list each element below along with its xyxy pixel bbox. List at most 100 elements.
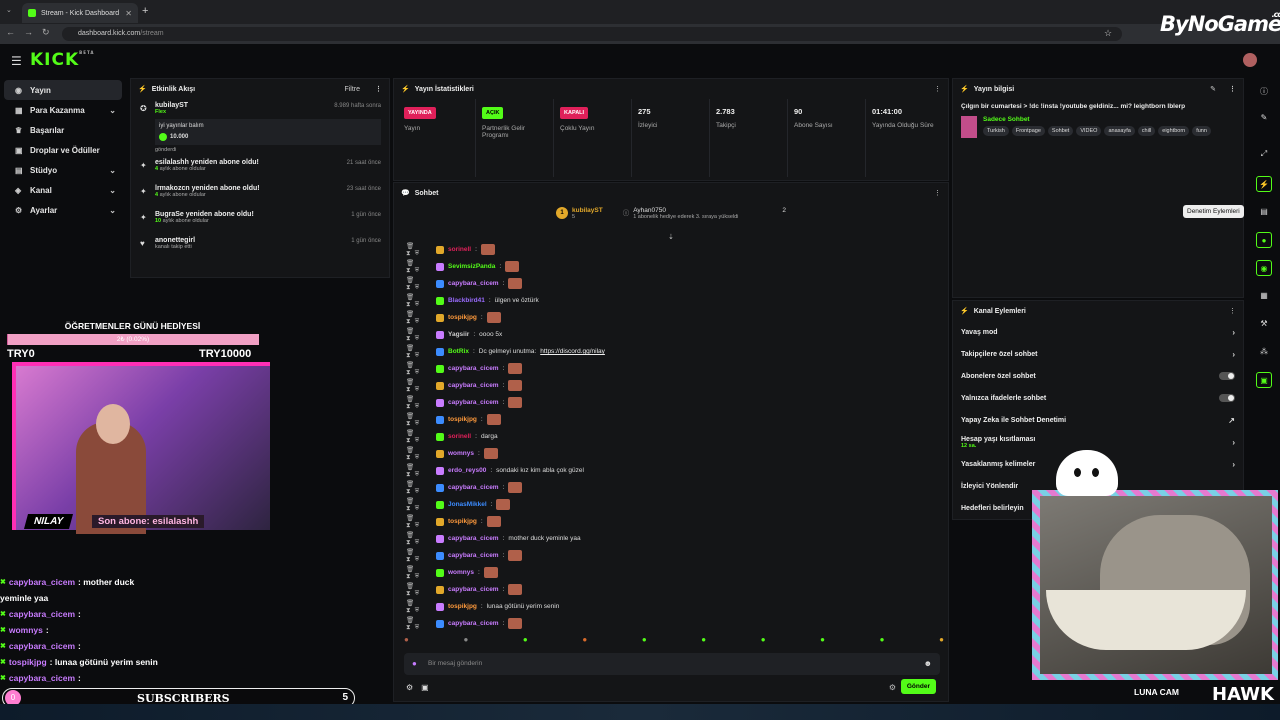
quick-emote-icon[interactable]: ●	[463, 635, 468, 644]
chat-username[interactable]: capybara_cicem	[448, 382, 499, 389]
send-button[interactable]: Gönder	[900, 679, 936, 694]
mod-tools-icons[interactable]: 🗑⧗⛨	[406, 395, 432, 411]
chat-message[interactable]: 🗑⧗⛨ JonasMikkel:	[394, 496, 950, 513]
chat-message[interactable]: 🗑⧗⛨ tospikjpg:	[394, 309, 950, 326]
tab-list-dropdown-icon[interactable]: ⌄	[6, 6, 12, 14]
mod-tools-icons[interactable]: 🗑⧗⛨	[406, 548, 432, 564]
gear-icon[interactable]: ⚙	[889, 683, 896, 692]
bookmark-star-icon[interactable]: ☆	[1104, 28, 1112, 39]
layers-icon[interactable]: ▦	[1256, 288, 1272, 304]
sidebar-item-5[interactable]: ◈ Kanal ⌄	[4, 180, 122, 200]
mod-tools-icons[interactable]: 🗑⧗⛨	[406, 599, 432, 615]
kick-logo[interactable]: KICKBETA	[30, 50, 94, 70]
info-icon[interactable]: ⓘ	[1256, 84, 1272, 100]
chat-username[interactable]: tospikjpg	[448, 518, 477, 525]
more-icon[interactable]: ⋮	[375, 85, 382, 93]
chevron-down-icon[interactable]: ⌄	[109, 106, 116, 115]
chat-message[interactable]: 🗑⧗⛨ capybara_cicem:	[394, 547, 950, 564]
scroll-down-icon[interactable]: ⇣	[668, 233, 674, 241]
activity-item[interactable]: ✦ BugraSe yeniden abone oldu! 1 gün önce 10…	[131, 208, 389, 234]
tag-chip[interactable]: Frontpage	[1011, 126, 1045, 136]
tag-chip[interactable]: VIDEO	[1076, 126, 1102, 136]
chat-icon[interactable]: ●	[1256, 232, 1272, 248]
chat-username[interactable]: capybara_cicem	[448, 620, 499, 627]
quick-emote-icon[interactable]: ●	[820, 635, 825, 644]
channel-action-5[interactable]: Hesap yaşı kısıtlaması 12 sa. ›	[953, 431, 1243, 453]
quick-emote-icon[interactable]: ●	[761, 635, 766, 644]
chat-message[interactable]: 🗑⧗⛨ tospikjpg: lunaa götünü yerim senin	[394, 598, 950, 615]
chat-message[interactable]: 🗑⧗⛨ capybara_cicem:	[394, 360, 950, 377]
new-tab-icon[interactable]: +	[142, 5, 148, 17]
chat-message[interactable]: 🗑⧗⛨ tospikjpg:	[394, 513, 950, 530]
chat-username[interactable]: BotRix	[448, 348, 469, 355]
chat-tools-icons[interactable]: ⚙▣	[406, 683, 437, 692]
chat-message[interactable]: 🗑⧗⛨ Blackbird41: ülgen ve öztürk	[394, 292, 950, 309]
chat-message[interactable]: 🗑⧗⛨ erdo_reys00: sondaki kız kim abla çok …	[394, 462, 950, 479]
chat-username[interactable]: Blackbird41	[448, 297, 485, 304]
more-icon[interactable]: ⋮	[1229, 85, 1236, 93]
chat-message[interactable]: 🗑⧗⛨ capybara_cicem: mother duck yeminle ya…	[394, 530, 950, 547]
chat-username[interactable]: JonasMikkel	[448, 501, 487, 508]
chat-username[interactable]: sorinell	[448, 433, 471, 440]
more-icon[interactable]: ⋮	[934, 189, 941, 197]
sidebar-item-2[interactable]: ♛ Başarılar	[4, 120, 122, 140]
tag-chip[interactable]: Turkish	[983, 126, 1009, 136]
quick-emote-icon[interactable]: ●	[523, 635, 528, 644]
address-bar[interactable]: dashboard.kick.com/stream	[62, 27, 1122, 41]
channel-action-4[interactable]: Yapay Zeka ile Sohbet Denetimi ↗	[953, 409, 1243, 431]
mod-tools-icons[interactable]: 🗑⧗⛨	[406, 565, 432, 581]
chat-username[interactable]: tospikjpg	[448, 314, 477, 321]
chat-username[interactable]: capybara_cicem	[448, 365, 499, 372]
chat-message[interactable]: 🗑⧗⛨ capybara_cicem:	[394, 615, 950, 632]
close-tab-icon[interactable]: ✕	[125, 9, 132, 18]
chevron-right-icon[interactable]: ›	[1232, 350, 1235, 359]
leader-second[interactable]: ⓘ Ayhan0750 1 abonelik hediye ederek 3. …	[623, 207, 786, 235]
chat-username[interactable]: womnys	[448, 450, 474, 457]
chevron-right-icon[interactable]: ›	[1232, 438, 1235, 447]
activity-item[interactable]: ✦ esilalashh yeniden abone oldu! 21 saat ö…	[131, 156, 389, 182]
activity-item[interactable]: ♥ anonettegirl 1 gün önce kanalı takip ett…	[131, 234, 389, 260]
sidebar-item-4[interactable]: ▤ Stüdyo ⌄	[4, 160, 122, 180]
chat-username[interactable]: capybara_cicem	[448, 484, 499, 491]
chat-username[interactable]: erdo_reys00	[448, 467, 486, 474]
tag-chip[interactable]: eightborn	[1158, 126, 1190, 136]
sidebar-item-0[interactable]: ◉ Yayın	[4, 80, 122, 100]
category-name[interactable]: Sadece Sohbet	[983, 116, 1211, 123]
chat-message[interactable]: 🗑⧗⛨ BotRix: Dc gelmeyi unutma: https://dis…	[394, 343, 950, 360]
channel-action-1[interactable]: Takipçilere özel sohbet ›	[953, 343, 1243, 365]
sidebar-item-3[interactable]: ▣ Droplar ve Ödüller	[4, 140, 122, 160]
chat-username[interactable]: capybara_cicem	[448, 280, 499, 287]
mod-tools-icons[interactable]: 🗑⧗⛨	[406, 361, 432, 377]
chat-username[interactable]: womnys	[448, 569, 474, 576]
channel-action-3[interactable]: Yalnızca ifadelerle sohbet	[953, 387, 1243, 409]
tag-chip[interactable]: anasayfa	[1104, 126, 1135, 136]
chat-username[interactable]: sorinell	[448, 246, 471, 253]
mod-tools-icons[interactable]: 🗑⧗⛨	[406, 276, 432, 292]
external-link-icon[interactable]: ↗	[1228, 416, 1235, 425]
chat-message[interactable]: 🗑⧗⛨ tospikjpg:	[394, 411, 950, 428]
wrench-icon[interactable]: ⚒	[1256, 316, 1272, 332]
channel-action-2[interactable]: Abonelere özel sohbet	[953, 365, 1243, 387]
mic-icon[interactable]: ●	[412, 659, 417, 668]
toggle-switch[interactable]	[1219, 394, 1235, 402]
emoji-icon[interactable]: ☻	[924, 659, 932, 668]
chat-username[interactable]: capybara_cicem	[448, 399, 499, 406]
activity-item[interactable]: ✦ lrmakozcn yeniden abone oldu! 23 saat ön…	[131, 182, 389, 208]
expand-icon[interactable]: ⤢	[1256, 146, 1272, 162]
mod-tools-icons[interactable]: 🗑⧗⛨	[406, 293, 432, 309]
chat-link[interactable]: https://discord.gg/nilay	[540, 348, 605, 355]
chat-username[interactable]: tospikjpg	[448, 416, 477, 423]
chat-input[interactable]: ● Bir mesaj gönderin ☻	[404, 653, 940, 675]
mod-tools-icons[interactable]: 🗑⧗⛨	[406, 514, 432, 530]
mod-tools-icons[interactable]: 🗑⧗⛨	[406, 463, 432, 479]
chat-username[interactable]: Yagsiir	[448, 331, 469, 338]
quick-emote-icon[interactable]: ●	[701, 635, 706, 644]
tag-chip[interactable]: chill	[1137, 126, 1156, 136]
quick-emote-icon[interactable]: ●	[939, 635, 944, 644]
share-icon[interactable]: ⁂	[1256, 344, 1272, 360]
chat-username[interactable]: capybara_cicem	[448, 586, 499, 593]
chevron-down-icon[interactable]: ⌄	[109, 166, 116, 175]
pen-icon[interactable]: ✎	[1256, 110, 1272, 126]
chat-message[interactable]: 🗑⧗⛨ sorinell: darga	[394, 428, 950, 445]
channel-action-0[interactable]: Yavaş mod ›	[953, 321, 1243, 343]
